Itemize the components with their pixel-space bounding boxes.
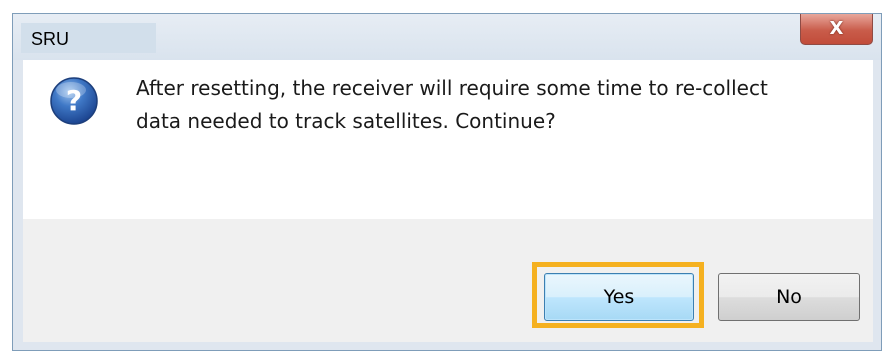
yes-button[interactable]: Yes [544,273,694,321]
message-text: After resetting, the receiver will requi… [136,72,836,138]
no-button[interactable]: No [718,273,860,321]
message-line-1: After resetting, the receiver will requi… [136,76,768,100]
titlebar[interactable]: SRU X [13,14,881,60]
window-title: SRU [31,29,70,49]
close-icon: X [829,18,844,39]
question-icon: ? [50,77,98,125]
message-line-2: data needed to track satellites. Continu… [136,109,556,133]
close-button[interactable]: X [800,14,873,45]
svg-text:?: ? [66,84,82,117]
